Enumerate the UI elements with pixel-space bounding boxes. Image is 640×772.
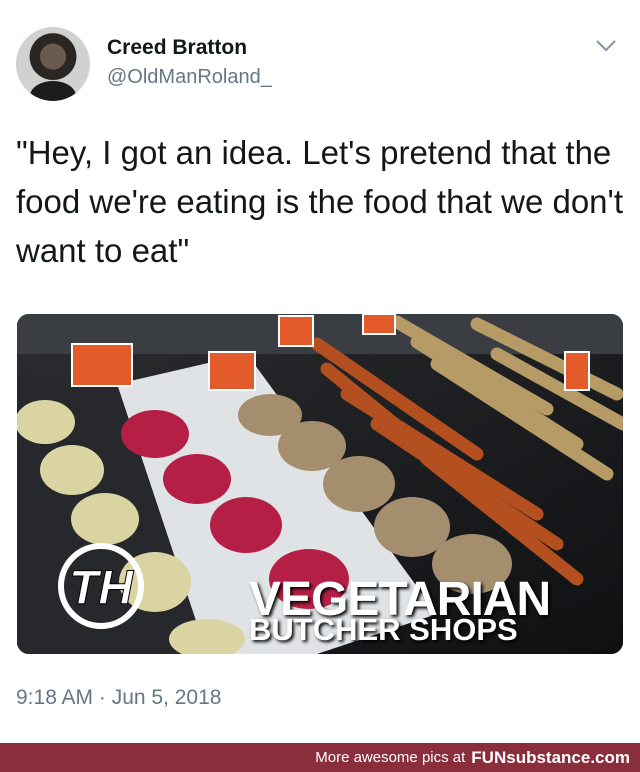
chevron-down-icon[interactable]	[594, 38, 618, 54]
overlay-subtitle: BUTCHER SHOPS	[249, 612, 518, 647]
th-logo: TH	[58, 543, 144, 629]
tweet-timestamp[interactable]: 9:18 AM · Jun 5, 2018	[16, 686, 221, 710]
user-handle[interactable]: @OldManRoland_	[107, 66, 272, 89]
avatar[interactable]	[16, 27, 90, 101]
watermark-prefix: More awesome pics at	[315, 749, 466, 766]
svg-text:TH: TH	[69, 562, 134, 615]
watermark-brand: FUNsubstance.com	[471, 747, 630, 767]
tweet-text: "Hey, I got an idea. Let's pretend that …	[16, 134, 624, 269]
watermark-banner: More awesome pics at FUNsubstance.com	[0, 743, 640, 772]
display-name[interactable]: Creed Bratton	[107, 36, 247, 60]
tweet-image[interactable]: TH VEGETARIAN BUTCHER SHOPS	[17, 314, 623, 654]
